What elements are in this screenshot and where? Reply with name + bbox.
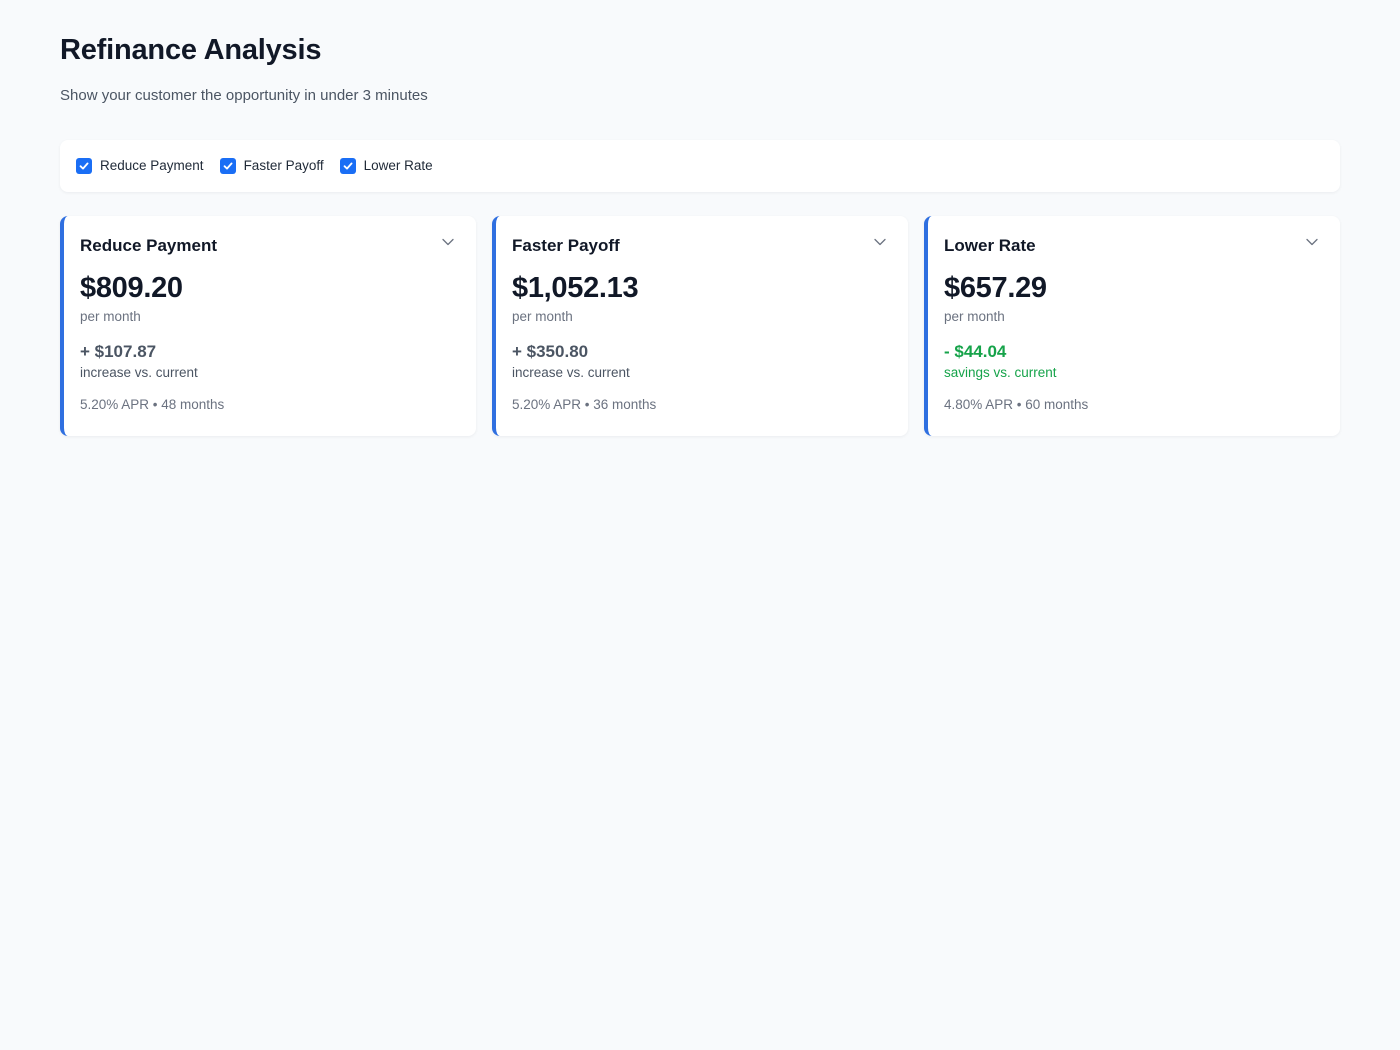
payment-delta-note: savings vs. current [944,365,1057,380]
payment-delta-note: increase vs. current [80,365,198,380]
checkmark-icon [223,162,233,170]
page-subtitle: Show your customer the opportunity in un… [60,87,428,104]
chevron-down-icon[interactable] [1304,234,1320,250]
payment-period: per month [944,309,1005,324]
checkmark-icon [343,162,353,170]
faster-payoff-checkbox[interactable] [219,158,236,174]
payment-delta: + $350.80 [512,342,589,361]
card-title: Lower Rate [944,236,1036,255]
filter-label: Faster Payoff [243,158,324,173]
filter-lower-rate[interactable]: Lower Rate [339,157,433,175]
payment-delta: - $44.04 [944,342,1007,361]
lower-rate-checkbox[interactable] [339,158,356,174]
card-title: Faster Payoff [512,236,620,255]
chevron-down-icon[interactable] [440,234,456,250]
card-title: Reduce Payment [80,236,217,255]
filter-label: Reduce Payment [100,158,204,173]
filter-reduce-payment[interactable]: Reduce Payment [76,157,204,175]
filter-faster-payoff[interactable]: Faster Payoff [219,157,324,175]
payment-delta: + $107.87 [80,342,157,361]
monthly-payment: $657.29 [944,272,1047,304]
card-reduce-payment[interactable]: Reduce Payment $809.20 per month + $107.… [60,216,476,436]
loan-terms: 4.80% APR • 60 months [944,397,1089,412]
reduce-payment-checkbox[interactable] [76,158,92,174]
monthly-payment: $809.20 [80,272,183,304]
filter-label: Lower Rate [363,158,433,173]
loan-terms: 5.20% APR • 48 months [80,397,225,412]
payment-period: per month [80,309,141,324]
card-lower-rate[interactable]: Lower Rate $657.29 per month - $44.04 sa… [924,216,1340,436]
scenario-filter-bar: Reduce Payment Faster Payoff Lower Rate [60,140,1340,192]
checkmark-icon [79,162,89,170]
page-title: Refinance Analysis [60,34,322,66]
loan-terms: 5.20% APR • 36 months [512,397,657,412]
scenario-cards: Reduce Payment $809.20 per month + $107.… [60,216,1340,436]
chevron-down-icon[interactable] [872,234,888,250]
monthly-payment: $1,052.13 [512,272,639,304]
refinance-analysis-page: Refinance Analysis Show your customer th… [0,0,1400,1050]
payment-delta-note: increase vs. current [512,365,630,380]
card-faster-payoff[interactable]: Faster Payoff $1,052.13 per month + $350… [492,216,908,436]
payment-period: per month [512,309,573,324]
